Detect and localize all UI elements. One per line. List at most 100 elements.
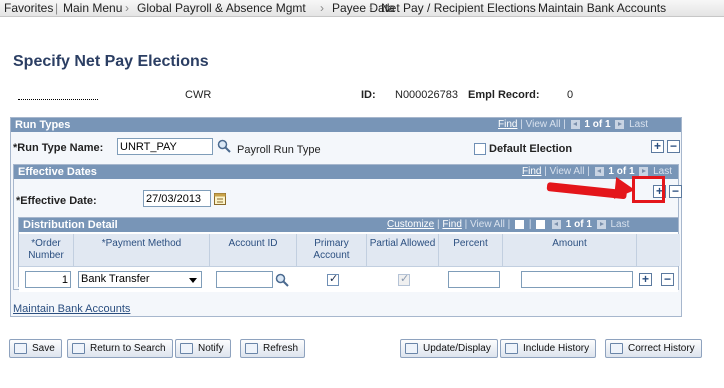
order-number-input[interactable] xyxy=(25,271,71,288)
distribution-view-all: View All xyxy=(470,219,505,230)
empl-record-value: 0 xyxy=(567,89,574,101)
run-type-label: *Run Type Name: xyxy=(13,142,104,154)
spreadsheet-icon[interactable] xyxy=(536,219,546,229)
payment-method-value: Bank Transfer xyxy=(81,273,150,285)
save-label: Save xyxy=(32,343,55,354)
payment-method-select[interactable]: Bank Transfer xyxy=(78,271,202,288)
run-types-view-all: View All xyxy=(525,119,561,130)
add-distribution-row-button[interactable]: + xyxy=(639,273,652,286)
include-history-icon xyxy=(505,343,518,354)
page-title: Specify Net Pay Elections xyxy=(13,53,209,70)
notify-button[interactable]: Notify xyxy=(175,339,231,358)
include-history-button[interactable]: Include History xyxy=(500,339,597,358)
id-value: N000026783 xyxy=(395,89,459,101)
notify-icon xyxy=(180,343,193,354)
add-row-button[interactable]: + xyxy=(651,140,664,153)
run-types-section: Run Types Find | View All | 1 of 1 Last … xyxy=(10,117,682,317)
default-election-label: Default Election xyxy=(489,143,573,155)
effective-dates-find-link[interactable]: Find xyxy=(522,166,541,177)
column-account-id: Account ID xyxy=(210,234,297,266)
column-order-number: *Order Number xyxy=(19,234,74,266)
update-display-button[interactable]: Update/Display xyxy=(400,339,498,358)
return-to-search-label: Return to Search xyxy=(90,343,166,354)
nav-maintain-bank-accounts[interactable]: Maintain Bank Accounts xyxy=(538,1,666,15)
refresh-icon xyxy=(245,343,258,354)
distribution-count: 1 of 1 xyxy=(565,219,592,230)
partial-allowed-checkbox xyxy=(398,272,410,286)
distribution-find-link[interactable]: Find xyxy=(442,219,461,230)
first-arrow-icon xyxy=(552,219,562,229)
amount-input[interactable] xyxy=(521,271,633,288)
refresh-label: Refresh xyxy=(263,343,299,354)
effective-date-label: *Effective Date: xyxy=(16,195,97,207)
return-to-search-button[interactable]: Return to Search xyxy=(67,339,173,358)
effective-dates-count: 1 of 1 xyxy=(608,166,635,177)
chevron-right-icon: › xyxy=(125,1,129,15)
run-type-input[interactable] xyxy=(117,138,213,155)
chevron-right-icon: › xyxy=(369,1,373,15)
column-percent: Percent xyxy=(439,234,503,266)
chevron-right-icon: › xyxy=(320,1,324,15)
delete-row-button[interactable]: − xyxy=(667,140,680,153)
nav-main-menu[interactable]: Main Menu xyxy=(63,1,122,15)
column-primary-account: Primary Account xyxy=(297,234,367,266)
column-actions xyxy=(637,234,680,266)
payee-name: CWR xyxy=(185,89,212,101)
nav-global-payroll[interactable]: Global Payroll & Absence Mgmt xyxy=(137,1,306,15)
search-icon[interactable] xyxy=(275,273,289,287)
save-icon xyxy=(14,343,27,354)
run-types-last: Last xyxy=(629,119,649,130)
correct-history-button[interactable]: Correct History xyxy=(605,339,702,358)
update-display-icon xyxy=(405,343,418,354)
nav-net-pay-recipient[interactable]: Net Pay / Recipient Elections xyxy=(381,1,536,15)
id-label: ID: xyxy=(361,89,376,101)
return-icon xyxy=(72,343,85,354)
table-row: Bank Transfer + − xyxy=(19,266,678,292)
distribution-title: Distribution Detail xyxy=(23,219,118,231)
name-underline xyxy=(18,99,98,100)
column-partial-allowed: Partial Allowed xyxy=(367,234,439,266)
run-types-count: 1 of 1 xyxy=(584,119,611,130)
customize-link[interactable]: Customize xyxy=(387,219,434,230)
percent-input[interactable] xyxy=(448,271,500,288)
nav-separator: | xyxy=(55,1,59,15)
distribution-nav: Customize | Find | View All | | 1 of 1 L… xyxy=(387,219,630,230)
account-id-input[interactable] xyxy=(216,271,273,288)
distribution-last: Last xyxy=(610,219,630,230)
default-election-checkbox[interactable] xyxy=(474,143,486,155)
effective-dates-view-all: View All xyxy=(549,166,585,177)
maintain-bank-accounts-link[interactable]: Maintain Bank Accounts xyxy=(13,303,130,315)
run-types-find-link[interactable]: Find xyxy=(498,119,517,130)
delete-distribution-row-button[interactable]: − xyxy=(661,273,674,286)
chevron-right-icon: › xyxy=(526,1,530,15)
correct-history-icon xyxy=(610,343,623,354)
run-types-title: Run Types xyxy=(15,119,71,131)
next-arrow-icon xyxy=(596,219,606,229)
empl-record-label: Empl Record: xyxy=(468,89,540,101)
update-display-label: Update/Display xyxy=(423,343,491,354)
first-arrow-icon xyxy=(594,166,604,176)
notify-label: Notify xyxy=(198,343,224,354)
refresh-button[interactable]: Refresh xyxy=(240,339,306,358)
include-history-label: Include History xyxy=(523,343,590,354)
column-payment-method: *Payment Method xyxy=(74,234,210,266)
distribution-detail-grid: Distribution Detail Customize | Find | V… xyxy=(18,217,680,292)
primary-account-checkbox[interactable] xyxy=(327,272,339,286)
calendar-icon[interactable] xyxy=(214,192,226,205)
effective-date-input[interactable] xyxy=(143,190,211,207)
correct-history-label: Correct History xyxy=(628,343,695,354)
search-icon[interactable] xyxy=(217,139,231,153)
breadcrumb: Favorites | Main Menu › Global Payroll &… xyxy=(0,0,724,17)
nav-favorites[interactable]: Favorites xyxy=(4,1,53,15)
effective-dates-section: Effective Dates Find | View All | 1 of 1… xyxy=(13,164,682,292)
save-button[interactable]: Save xyxy=(9,339,62,358)
first-arrow-icon xyxy=(570,119,580,129)
effective-dates-title: Effective Dates xyxy=(18,166,97,178)
run-type-description: Payroll Run Type xyxy=(237,144,321,156)
delete-effective-date-button[interactable]: − xyxy=(669,185,682,198)
next-arrow-icon xyxy=(639,166,649,176)
annotation-highlight-box xyxy=(632,176,665,203)
download-icon[interactable] xyxy=(515,219,525,229)
chevron-down-icon xyxy=(189,278,197,283)
next-arrow-icon xyxy=(615,119,625,129)
